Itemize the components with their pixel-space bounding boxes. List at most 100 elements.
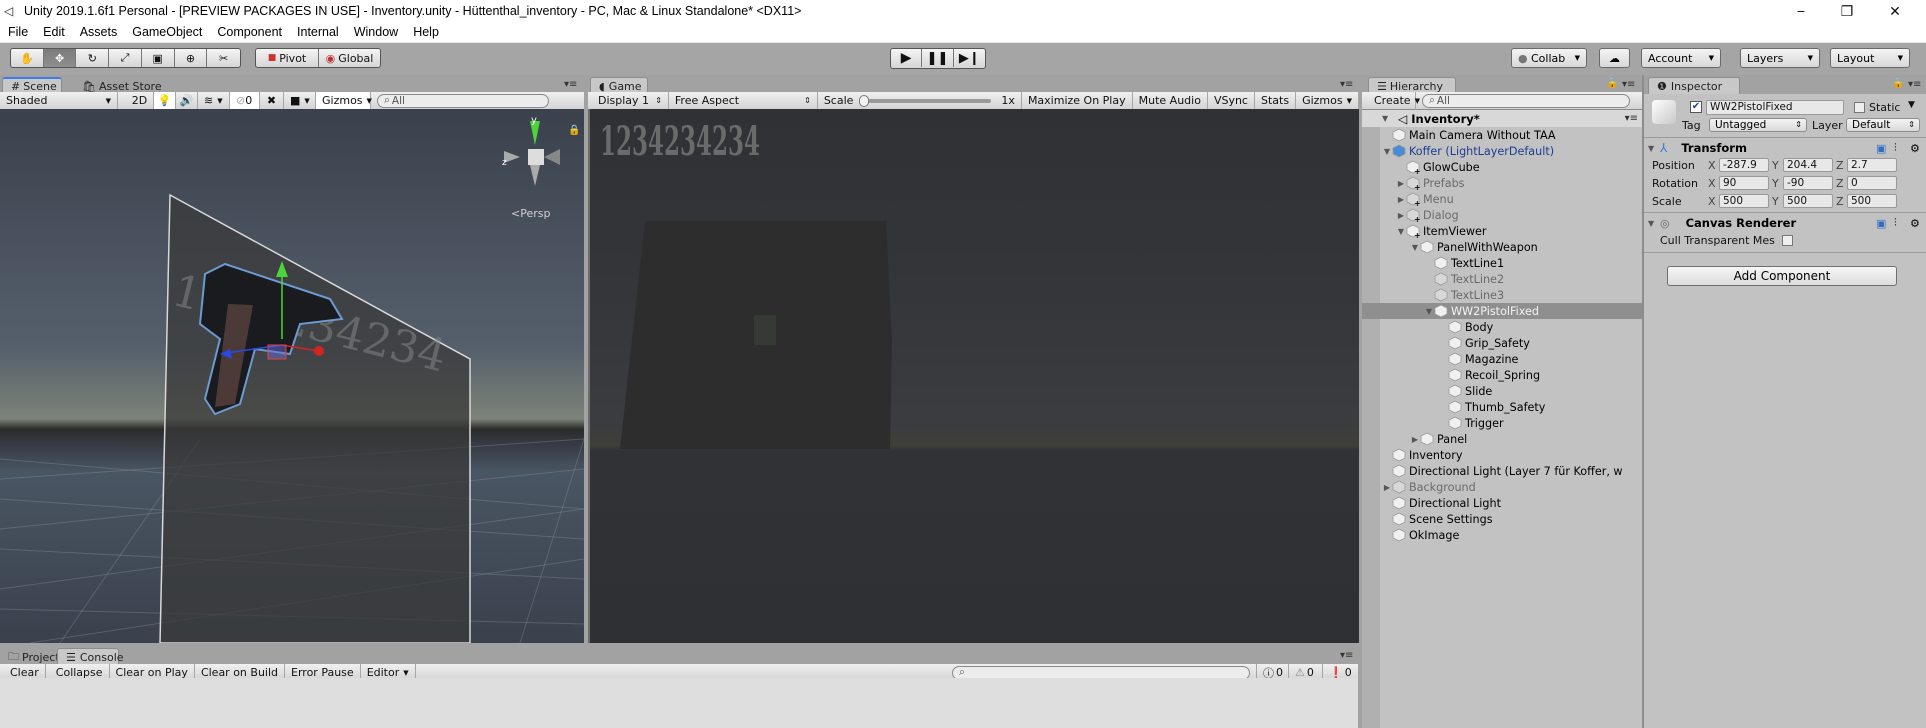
scene-viewport[interactable]: 1234234234 y z 🔒 <Persp <box>0 109 584 643</box>
scale-y-field[interactable]: 500 <box>1783 194 1833 208</box>
help-icon[interactable]: ▣ <box>1876 217 1886 230</box>
global-button[interactable]: ◉ Global <box>319 49 380 67</box>
axis-label-x[interactable]: X <box>1708 177 1716 190</box>
axis-label-y[interactable]: Y <box>1772 177 1779 190</box>
collapse-arrow-icon[interactable]: ▶ <box>1396 195 1406 204</box>
camera-dropdown[interactable]: ■ ▼ <box>284 91 316 110</box>
game-gizmos-dropdown[interactable]: Gizmos ▼ <box>1296 91 1359 110</box>
scale-x-field[interactable]: 500 <box>1719 194 1769 208</box>
vsync-toggle[interactable]: VSync <box>1208 91 1255 110</box>
axis-label-z[interactable]: Z <box>1836 159 1844 172</box>
transform-header[interactable]: ▼ ⅄ Transform ▣ ⫶ ⚙ <box>1648 140 1924 156</box>
hierarchy-item[interactable]: Slide <box>1362 383 1642 399</box>
rotation-z-field[interactable]: 0 <box>1847 176 1897 190</box>
hierarchy-item[interactable]: Directional Light <box>1362 495 1642 511</box>
scale-track[interactable] <box>859 94 992 107</box>
audio-toggle[interactable]: 🔊 <box>176 91 198 110</box>
panel-menu-icon[interactable]: ▾≡ <box>1340 79 1353 90</box>
2d-toggle[interactable]: 2D <box>126 91 154 110</box>
hierarchy-item[interactable]: ▶ Background <box>1362 479 1642 495</box>
position-y-field[interactable]: 204.4 <box>1783 158 1833 172</box>
collapse-arrow-icon[interactable]: ▶ <box>1396 179 1406 188</box>
hierarchy-item[interactable]: ▼ PanelWithWeapon <box>1362 239 1642 255</box>
axis-label-x[interactable]: X <box>1708 159 1716 172</box>
hierarchy-item[interactable]: ▶ Panel <box>1362 431 1642 447</box>
hierarchy-item[interactable]: TextLine1 <box>1362 255 1642 271</box>
menu-edit[interactable]: Edit <box>43 25 65 39</box>
hierarchy-item[interactable]: Thumb_Safety <box>1362 399 1642 415</box>
collapse-arrow-icon[interactable]: ▶ <box>1410 435 1420 444</box>
menu-assets[interactable]: Assets <box>80 25 118 39</box>
position-x-field[interactable]: -287.9 <box>1719 158 1769 172</box>
hierarchy-item[interactable]: Directional Light (Layer 7 für Koffer, w <box>1362 463 1642 479</box>
menu-internal[interactable]: Internal <box>297 25 339 39</box>
cull-transparent-checkbox[interactable] <box>1782 235 1793 246</box>
preset-icon[interactable]: ⫶ <box>1894 216 1897 230</box>
canvas-renderer-header[interactable]: ▼ ◎ Canvas Renderer ▣ ⫶ ⚙ <box>1648 215 1924 231</box>
hierarchy-item[interactable]: ▼ Koffer (LightLayerDefault) <box>1362 143 1642 159</box>
hierarchy-item[interactable]: TextLine3 <box>1362 287 1642 303</box>
display-dropdown[interactable]: Display 1 ⇕ <box>592 91 669 110</box>
collapse-arrow-icon[interactable]: ▶ <box>1382 483 1392 492</box>
expand-arrow-icon[interactable]: ▼ <box>1382 147 1392 156</box>
account-button[interactable]: Account ▼ <box>1641 48 1721 68</box>
panel-menu-icon[interactable]: ▾≡ <box>1622 79 1635 90</box>
hierarchy-item[interactable]: Magazine <box>1362 351 1642 367</box>
axis-label-z[interactable]: Z <box>1836 195 1844 208</box>
hand-tool-button[interactable]: ✋ <box>11 49 44 67</box>
layout-dropdown[interactable]: Layout ▼ <box>1830 48 1910 68</box>
stats-toggle[interactable]: Stats <box>1255 91 1297 110</box>
expand-arrow-icon[interactable]: ▼ <box>1396 227 1406 236</box>
tab-inspector[interactable]: ❶ Inspector <box>1648 77 1740 94</box>
static-dropdown-icon[interactable]: ▼ <box>1908 100 1915 110</box>
step-button[interactable]: ▶❙ <box>954 49 985 67</box>
move-tool-button[interactable]: ✥ <box>43 49 77 67</box>
gear-icon[interactable]: ⚙ <box>1910 217 1920 230</box>
minimize-button[interactable]: − <box>1778 0 1824 22</box>
hierarchy-item[interactable]: OkImage <box>1362 527 1642 543</box>
rect-tool-button[interactable]: ▣ <box>142 49 175 67</box>
create-dropdown[interactable]: Create ▼ <box>1368 91 1420 110</box>
effects-dropdown[interactable]: ≋ ▼ <box>198 91 230 110</box>
active-checkbox[interactable]: ✔ <box>1690 101 1702 113</box>
hierarchy-item[interactable]: + GlowCube <box>1362 159 1642 176</box>
menu-file[interactable]: File <box>8 25 28 39</box>
expand-arrow-icon[interactable]: ▼ <box>1648 144 1660 153</box>
hierarchy-item[interactable]: ▶ + Prefabs <box>1362 175 1642 193</box>
hierarchy-item[interactable]: Body <box>1362 319 1642 335</box>
menu-component[interactable]: Component <box>217 25 282 39</box>
panel-menu-icon[interactable]: ▾≡ <box>564 79 577 90</box>
projection-label[interactable]: <Persp <box>511 207 550 220</box>
hierarchy-item[interactable]: Scene Settings <box>1362 511 1642 527</box>
mute-audio-toggle[interactable]: Mute Audio <box>1133 91 1208 110</box>
hierarchy-item[interactable]: ▶ + Menu <box>1362 191 1642 209</box>
rotation-x-field[interactable]: 90 <box>1719 176 1769 190</box>
hierarchy-item[interactable]: Main Camera Without TAA <box>1362 127 1642 143</box>
expand-arrow-icon[interactable]: ▼ <box>1648 219 1660 228</box>
console-log-area[interactable] <box>0 678 1358 728</box>
cloud-button[interactable]: ☁ <box>1599 48 1630 68</box>
shading-mode-dropdown[interactable]: Shaded ▼ <box>0 91 118 110</box>
expand-arrow-icon[interactable]: ▼ <box>1424 307 1434 316</box>
panel-menu-icon[interactable]: ▾≡ <box>1340 650 1353 661</box>
tab-console[interactable]: ☰ Console <box>57 648 124 665</box>
collab-button[interactable]: ● Collab ▼ <box>1511 48 1587 68</box>
scale-slider[interactable]: Scale 1x <box>818 91 1022 110</box>
transform-tool-button[interactable]: ⊕ <box>175 49 208 67</box>
lock-icon[interactable]: 🔒 <box>1892 78 1904 89</box>
axis-label-y[interactable]: Y <box>1772 195 1779 208</box>
menu-help[interactable]: Help <box>413 25 439 39</box>
close-button[interactable]: ✕ <box>1872 0 1918 22</box>
maximize-on-play-toggle[interactable]: Maximize On Play <box>1022 91 1133 110</box>
pause-button[interactable]: ❚❚ <box>922 49 954 67</box>
help-icon[interactable]: ▣ <box>1876 142 1886 155</box>
panel-menu-icon[interactable]: ▾≡ <box>1908 79 1921 90</box>
scene-search-input[interactable]: ⌕ All <box>377 93 549 108</box>
game-viewport[interactable]: 1234234234 <box>588 109 1359 643</box>
axis-label-x[interactable]: X <box>1708 195 1716 208</box>
add-component-button[interactable]: Add Component <box>1667 266 1897 286</box>
menu-gameobject[interactable]: GameObject <box>132 25 202 39</box>
collapse-arrow-icon[interactable]: ▶ <box>1396 211 1406 220</box>
hierarchy-item[interactable]: Grip_Safety <box>1362 335 1642 351</box>
scale-tool-button[interactable]: ⤢ <box>109 49 142 67</box>
